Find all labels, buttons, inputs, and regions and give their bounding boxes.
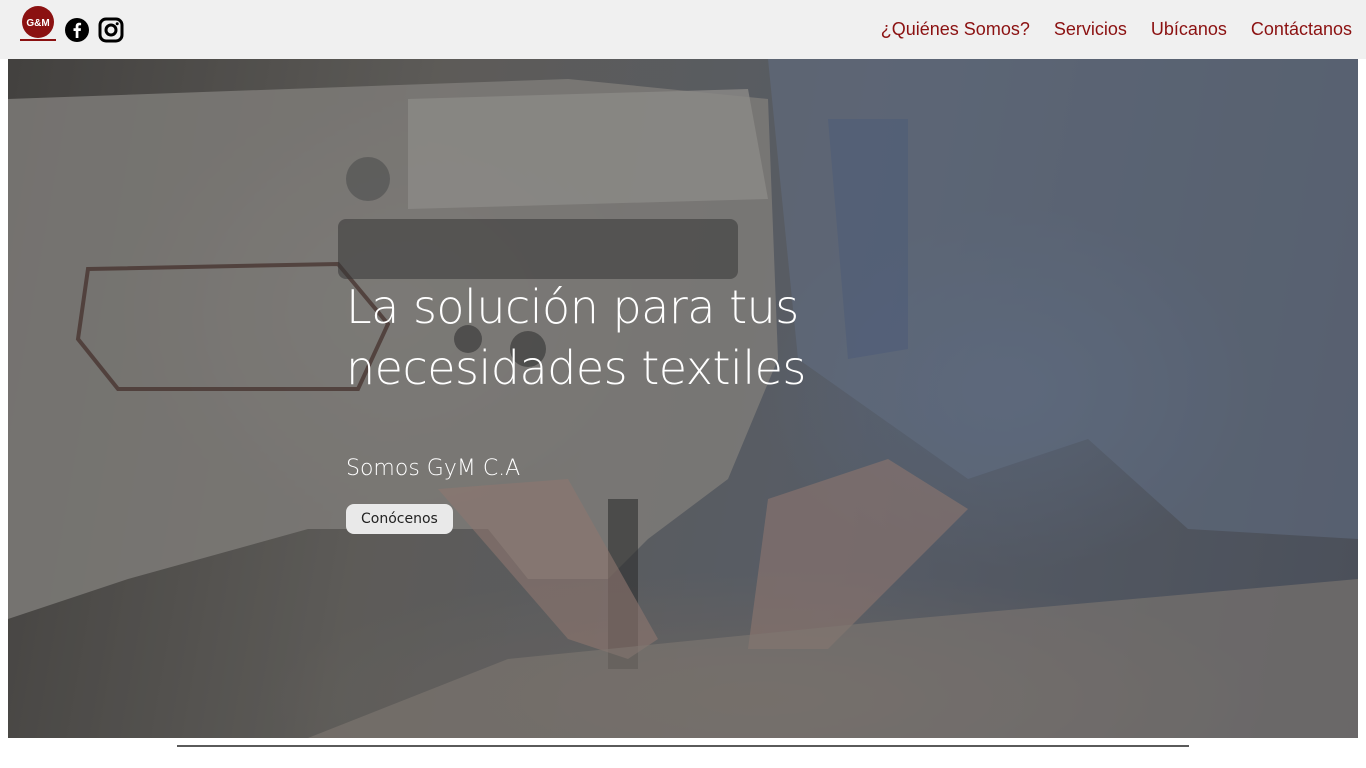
hero-title: La solución para tus necesidades textile… bbox=[346, 280, 806, 395]
nav-link-servicios[interactable]: Servicios bbox=[1054, 19, 1127, 40]
nav-link-quienes-somos[interactable]: ¿Quiénes Somos? bbox=[881, 19, 1030, 40]
brand-logo[interactable]: G&M bbox=[19, 5, 57, 43]
instagram-icon[interactable] bbox=[98, 17, 124, 43]
section-divider bbox=[177, 745, 1189, 747]
logo-text: G&M bbox=[26, 18, 49, 29]
conocenos-button[interactable]: Conócenos bbox=[346, 504, 453, 534]
hero-section: La solución para tus necesidades textile… bbox=[8, 59, 1358, 738]
main-nav: ¿Quiénes Somos? Servicios Ubícanos Contá… bbox=[881, 0, 1352, 59]
nav-link-contactanos[interactable]: Contáctanos bbox=[1251, 19, 1352, 40]
top-navbar: G&M ¿Quiénes Somos? Servicios Ubícanos C… bbox=[0, 0, 1366, 59]
facebook-icon[interactable] bbox=[64, 17, 90, 43]
hero-subtitle: Somos GyM C.A bbox=[346, 456, 521, 481]
hero-content: La solución para tus necesidades textile… bbox=[346, 277, 1066, 534]
nav-link-ubicanos[interactable]: Ubícanos bbox=[1151, 19, 1227, 40]
